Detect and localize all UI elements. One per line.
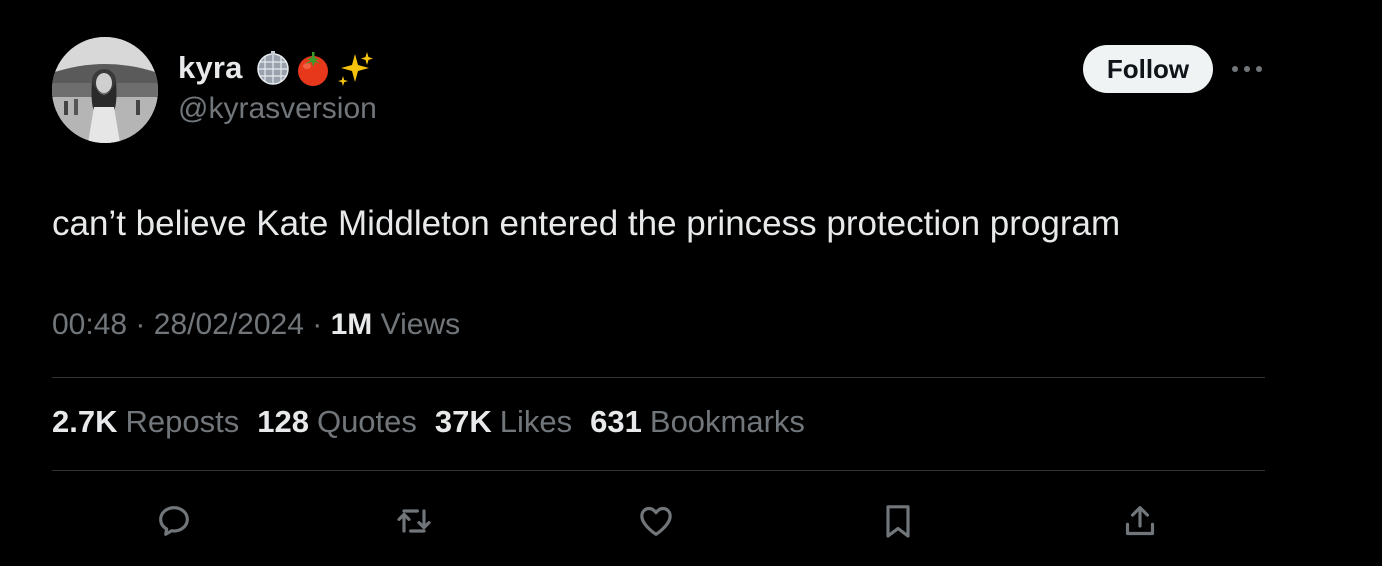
author-emojis (255, 48, 375, 88)
tweet-time[interactable]: 00:48 (52, 308, 127, 341)
stat-count: 2.7K (52, 404, 118, 439)
engagement-stats: 2.7K Reposts 128 Quotes 37K Likes 631 Bookma… (52, 404, 805, 440)
stat-bookmarks[interactable]: 631 Bookmarks (590, 404, 805, 440)
divider (52, 470, 1265, 471)
share-icon (1125, 506, 1155, 536)
author-name[interactable]: kyra (178, 50, 243, 86)
tweet-meta: 00:48 · 28/02/2024 · 1M Views (52, 308, 460, 342)
tomato-icon (297, 52, 328, 86)
stat-label: Quotes (316, 404, 417, 439)
stat-likes[interactable]: 37K Likes (435, 404, 572, 440)
stat-count: 631 (590, 404, 642, 439)
repost-button[interactable] (390, 497, 438, 545)
tweet-date[interactable]: 28/02/2024 (154, 308, 304, 341)
more-icon (1232, 66, 1262, 72)
stat-quotes[interactable]: 128 Quotes (257, 404, 417, 440)
reply-button[interactable] (150, 497, 198, 545)
like-button[interactable] (632, 497, 680, 545)
action-bar (52, 497, 1265, 545)
stat-label: Likes (499, 404, 573, 439)
tweet-text: can’t believe Kate Middleton entered the… (52, 204, 1121, 243)
author-handle[interactable]: @kyrasversion (178, 92, 377, 126)
avatar-photo (52, 37, 158, 143)
divider (52, 377, 1265, 378)
sparkles-icon (337, 52, 373, 86)
share-button[interactable] (1116, 497, 1164, 545)
stat-label: Bookmarks (649, 404, 805, 439)
like-icon (640, 506, 672, 536)
author-name-row: kyra (178, 48, 375, 88)
avatar[interactable] (52, 37, 158, 143)
bookmark-button[interactable] (874, 497, 922, 545)
meta-separator: · (312, 308, 323, 341)
reply-icon (159, 506, 189, 536)
meta-separator: · (135, 308, 146, 341)
views-label: Views (380, 308, 461, 341)
stat-count: 128 (257, 404, 309, 439)
repost-icon (397, 509, 431, 533)
views-count: 1M (330, 308, 373, 341)
stat-reposts[interactable]: 2.7K Reposts (52, 404, 239, 440)
stat-count: 37K (434, 404, 492, 439)
stat-label: Reposts (125, 404, 240, 439)
more-options-button[interactable] (1228, 58, 1266, 80)
disco-ball-icon (256, 51, 289, 85)
bookmark-icon (886, 505, 910, 538)
follow-button[interactable]: Follow (1083, 45, 1213, 93)
